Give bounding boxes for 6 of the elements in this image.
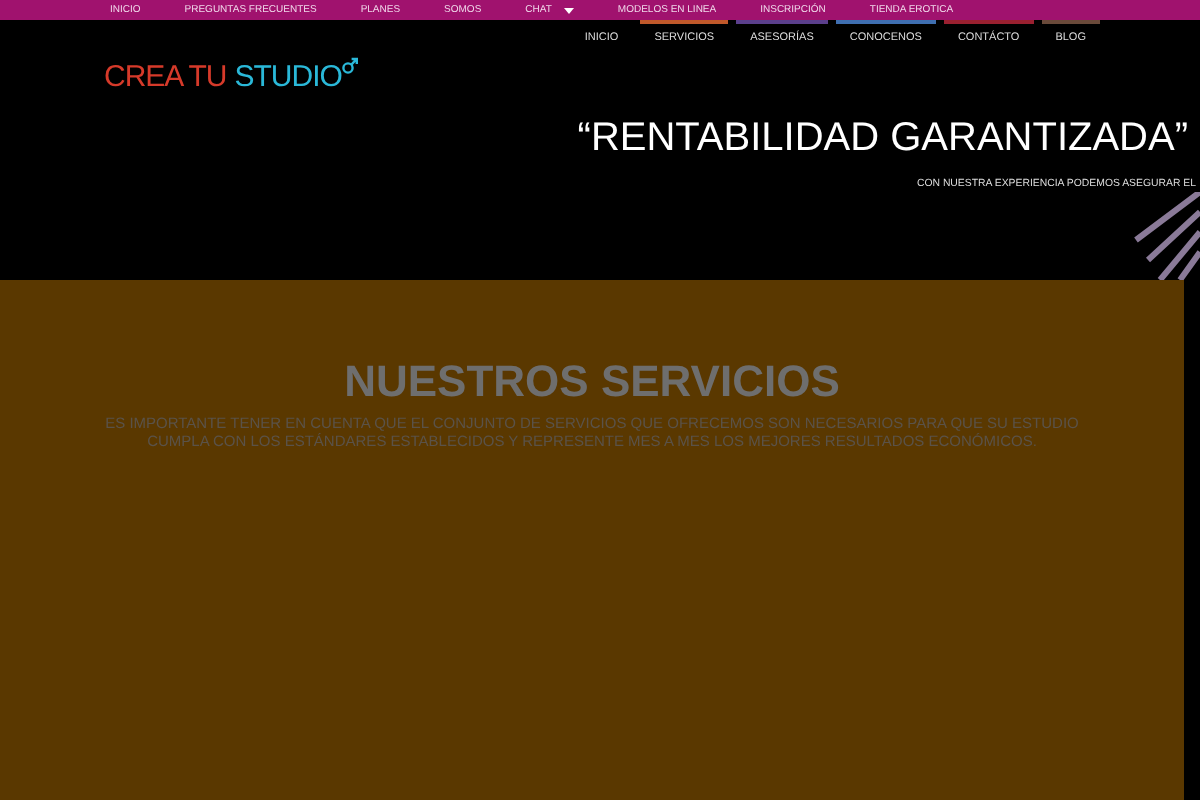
caret-icon [563, 7, 574, 13]
logo-text: STUDIO [234, 60, 342, 94]
male-symbol-icon [341, 56, 358, 74]
section-heading: NUESTROS SERVICIOS [344, 356, 840, 408]
hero-title: “RENTABILIDAD GARANTIZADA” [577, 116, 1190, 162]
logo-text: CREA TU [104, 60, 227, 94]
